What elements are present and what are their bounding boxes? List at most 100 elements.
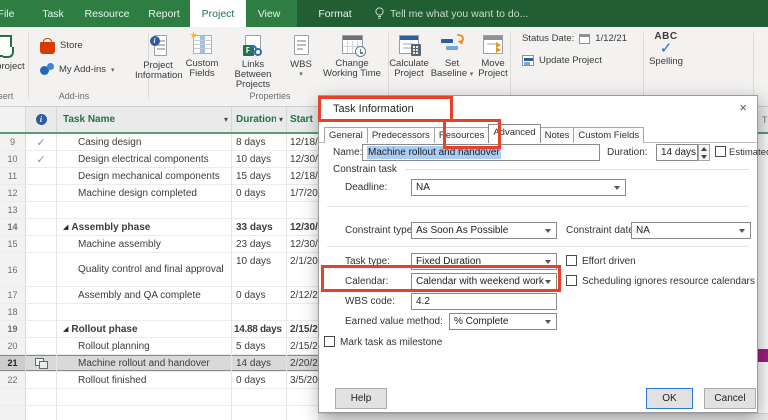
row-number[interactable]: 10 bbox=[0, 151, 26, 168]
wbs-code-field[interactable]: 4.2 bbox=[411, 293, 557, 310]
row-number[interactable]: 16 bbox=[0, 253, 26, 287]
duration-cell[interactable]: 15 days bbox=[232, 168, 287, 185]
name-field[interactable]: Machine rollout and handover bbox=[362, 144, 600, 161]
deadline-dropdown[interactable]: NA bbox=[411, 179, 626, 196]
task-name-cell[interactable]: Machine assembly bbox=[57, 236, 232, 253]
change-working-time-button[interactable]: Change Working Time bbox=[319, 31, 385, 93]
task-name-cell[interactable]: Design electrical components bbox=[57, 151, 232, 168]
tab-custom-fields[interactable]: Custom Fields bbox=[573, 127, 645, 143]
table-row-empty[interactable] bbox=[0, 406, 347, 420]
row-number[interactable]: 14 bbox=[0, 219, 26, 236]
task-name-cell[interactable]: Machine rollout and handover bbox=[57, 355, 232, 372]
my-addins-button[interactable]: My Add-ins ▾ bbox=[40, 63, 115, 76]
duration-cell[interactable]: 0 days bbox=[232, 372, 287, 389]
scheduling-ignores-checkbox[interactable] bbox=[566, 275, 577, 286]
tab-task[interactable]: Task bbox=[30, 0, 76, 27]
row-number[interactable]: 21 bbox=[0, 355, 26, 372]
row-number[interactable]: 22 bbox=[0, 372, 26, 389]
spelling-button[interactable]: ABC ✓ Spelling bbox=[645, 31, 687, 93]
spinner-down-icon[interactable] bbox=[699, 153, 709, 160]
wbs-button[interactable]: WBS ▾ bbox=[283, 31, 319, 93]
duration-cell[interactable] bbox=[232, 406, 287, 420]
row-number[interactable] bbox=[0, 389, 26, 406]
task-name-cell[interactable] bbox=[57, 202, 232, 219]
custom-fields-button[interactable]: ★ Custom Fields bbox=[181, 30, 223, 93]
constraint-date-dropdown[interactable]: NA bbox=[631, 222, 751, 239]
table-row[interactable]: 18 bbox=[0, 304, 347, 321]
set-baseline-button[interactable]: Set Baseline ▾ bbox=[430, 31, 474, 93]
duration-cell[interactable]: 14 days bbox=[232, 355, 287, 372]
help-button[interactable]: Help bbox=[335, 388, 387, 409]
task-name-column-header[interactable]: Task Name ▾ bbox=[57, 107, 232, 132]
duration-cell[interactable]: 8 days bbox=[232, 134, 287, 151]
constraint-type-dropdown[interactable]: As Soon As Possible bbox=[411, 222, 557, 239]
duration-cell[interactable]: 33 days bbox=[232, 219, 287, 236]
task-name-cell[interactable]: Assembly and QA complete bbox=[57, 287, 232, 304]
duration-cell[interactable]: 14.88 days bbox=[232, 321, 287, 338]
task-name-cell[interactable] bbox=[57, 304, 232, 321]
status-date-field[interactable]: Status Date: 1/12/21 bbox=[522, 33, 627, 44]
row-number[interactable]: 15 bbox=[0, 236, 26, 253]
task-name-cell[interactable]: ◢ Assembly phase bbox=[57, 219, 232, 236]
calculate-project-button[interactable]: Calculate Project bbox=[388, 31, 430, 93]
tab-view[interactable]: View bbox=[246, 0, 292, 27]
duration-cell[interactable] bbox=[232, 304, 287, 321]
row-number-header[interactable] bbox=[0, 107, 26, 132]
tab-notes[interactable]: Notes bbox=[539, 127, 575, 143]
duration-field[interactable]: 14 days bbox=[656, 144, 698, 161]
tab-general[interactable]: General bbox=[324, 127, 368, 143]
task-name-cell[interactable]: Rollout finished bbox=[57, 372, 232, 389]
table-row[interactable]: 15 Machine assembly 23 days 12/30/ bbox=[0, 236, 347, 253]
cancel-button[interactable]: Cancel bbox=[704, 388, 756, 409]
table-row-empty[interactable] bbox=[0, 389, 347, 406]
project-information-button[interactable]: i Project Information bbox=[135, 31, 183, 93]
spinner-up-icon[interactable] bbox=[699, 145, 709, 152]
task-name-cell[interactable]: Rollout planning bbox=[57, 338, 232, 355]
calendar-dropdown[interactable]: Calendar with weekend work bbox=[411, 273, 557, 290]
row-number[interactable] bbox=[0, 406, 26, 420]
table-row-summary[interactable]: 14 ◢ Assembly phase 33 days 12/30/ bbox=[0, 219, 347, 236]
table-row[interactable]: 9 ✓ Casing design 8 days 12/18/ bbox=[0, 134, 347, 151]
table-row-selected[interactable]: 21 Machine rollout and handover 14 days … bbox=[0, 355, 347, 372]
row-number[interactable]: 19 bbox=[0, 321, 26, 338]
store-button[interactable]: Store bbox=[40, 37, 83, 54]
duration-cell[interactable]: 0 days bbox=[232, 287, 287, 304]
row-number[interactable]: 9 bbox=[0, 134, 26, 151]
subproject-button[interactable]: Subproject bbox=[0, 31, 28, 93]
table-row[interactable]: 17 Assembly and QA complete 0 days 2/12/… bbox=[0, 287, 347, 304]
row-number[interactable]: 20 bbox=[0, 338, 26, 355]
duration-cell[interactable]: 5 days bbox=[232, 338, 287, 355]
collapse-icon[interactable]: ◢ bbox=[63, 325, 68, 333]
table-row[interactable]: 13 bbox=[0, 202, 347, 219]
estimated-checkbox[interactable] bbox=[715, 146, 726, 157]
row-number[interactable]: 18 bbox=[0, 304, 26, 321]
tab-report[interactable]: Report bbox=[138, 0, 190, 27]
table-row[interactable]: 11 Design mechanical components 15 days … bbox=[0, 168, 347, 185]
tab-predecessors[interactable]: Predecessors bbox=[366, 127, 435, 143]
duration-cell[interactable]: 23 days bbox=[232, 236, 287, 253]
tab-advanced[interactable]: Advanced bbox=[488, 124, 541, 143]
indicators-column-header[interactable]: i bbox=[26, 107, 57, 132]
earned-value-method-dropdown[interactable]: % Complete bbox=[449, 313, 557, 330]
filter-dropdown-icon[interactable]: ▾ bbox=[224, 115, 228, 124]
duration-cell[interactable] bbox=[232, 389, 287, 406]
filter-dropdown-icon[interactable]: ▾ bbox=[279, 115, 283, 124]
tell-me-box[interactable]: Tell me what you want to do... bbox=[374, 0, 528, 27]
duration-cell[interactable] bbox=[232, 202, 287, 219]
duration-cell[interactable]: 10 days bbox=[232, 253, 287, 287]
tab-project[interactable]: Project bbox=[190, 0, 246, 27]
close-icon[interactable]: × bbox=[739, 100, 747, 115]
table-row[interactable]: 20 Rollout planning 5 days 2/15/2 bbox=[0, 338, 347, 355]
table-row[interactable]: 10 ✓ Design electrical components 10 day… bbox=[0, 151, 347, 168]
duration-column-header[interactable]: Duration ▾ bbox=[232, 107, 287, 132]
tab-file[interactable]: File bbox=[0, 0, 22, 27]
task-name-cell[interactable]: Design mechanical components bbox=[57, 168, 232, 185]
tab-resource[interactable]: Resource bbox=[76, 0, 138, 27]
task-name-cell[interactable] bbox=[57, 389, 232, 406]
task-name-cell[interactable]: Quality control and final approval bbox=[57, 253, 232, 287]
table-row[interactable]: 16 Quality control and final approval 10… bbox=[0, 253, 347, 287]
collapse-icon[interactable]: ◢ bbox=[63, 223, 68, 231]
duration-cell[interactable]: 10 days bbox=[232, 151, 287, 168]
task-type-dropdown[interactable]: Fixed Duration bbox=[411, 253, 557, 270]
task-name-cell[interactable]: Machine design completed bbox=[57, 185, 232, 202]
